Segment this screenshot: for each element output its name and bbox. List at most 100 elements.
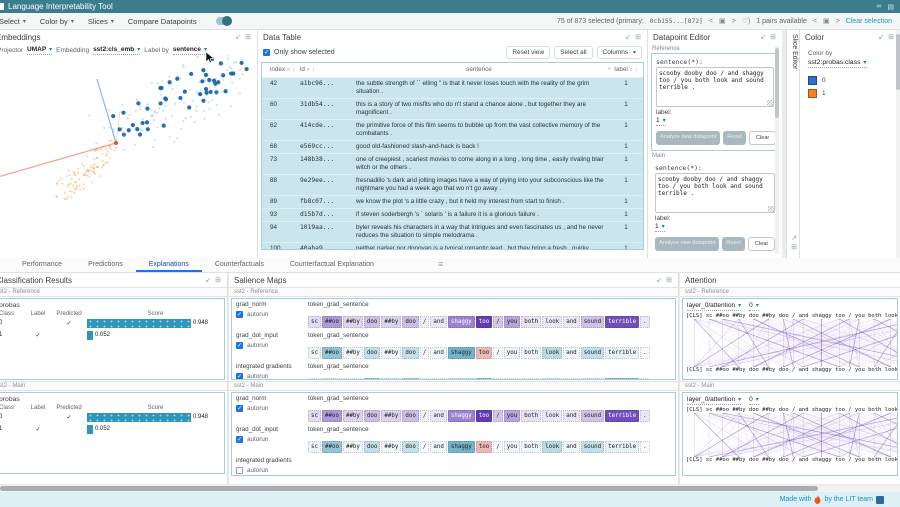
datapoint-dot[interactable]	[122, 130, 124, 132]
salience-token[interactable]: doo	[364, 347, 380, 359]
datapoint-dot[interactable]	[239, 69, 241, 71]
salience-token[interactable]: terrible	[605, 316, 639, 328]
datapoint-dot[interactable]	[67, 196, 69, 198]
salience-token[interactable]: and	[430, 347, 446, 359]
datapoint-dot[interactable]	[112, 128, 114, 130]
datapoint-dot[interactable]	[135, 110, 137, 112]
datapoint-dot[interactable]	[91, 181, 93, 183]
salience-token[interactable]: .	[640, 378, 650, 380]
salience-token[interactable]: shaggy	[448, 441, 475, 453]
salience-token[interactable]: look	[542, 316, 562, 328]
tab-explanations[interactable]: Explanations	[136, 258, 202, 272]
datapoint-dot[interactable]	[182, 66, 184, 68]
salience-token[interactable]: .	[640, 347, 650, 359]
datapoint-dot[interactable]	[156, 82, 158, 84]
datapoint-dot[interactable]	[214, 86, 216, 88]
datapoint-dot[interactable]	[108, 126, 110, 128]
col-index[interactable]: index⌕↕	[264, 66, 300, 74]
salience-token[interactable]: sc	[308, 347, 321, 359]
salience-token[interactable]: and	[563, 316, 579, 328]
datapoint-dot[interactable]	[146, 127, 150, 131]
link-icon[interactable]: ∞	[876, 3, 881, 10]
datapoint-dot[interactable]	[230, 105, 232, 107]
datapoint-dot[interactable]	[209, 81, 211, 83]
salience-token[interactable]: doo	[402, 347, 418, 359]
salience-token[interactable]: ##by	[343, 347, 363, 359]
autorun-checkbox[interactable]: ✓	[236, 436, 243, 443]
datapoint-dot[interactable]	[222, 72, 224, 74]
datapoint-dot[interactable]	[207, 101, 209, 103]
sort-icon[interactable]: ↕	[635, 67, 638, 73]
datapoint-dot[interactable]	[226, 69, 228, 71]
datapoint-dot[interactable]	[183, 101, 185, 103]
datapoint-dot[interactable]	[60, 177, 62, 179]
pair-focus-icon[interactable]: ▣	[823, 17, 830, 25]
datapoint-dot[interactable]	[145, 120, 149, 124]
salience-token[interactable]: /	[493, 378, 503, 380]
datapoint-dot[interactable]	[134, 144, 136, 146]
datapoint-dot[interactable]	[123, 134, 125, 136]
maximize-icon[interactable]: ⊞	[789, 243, 799, 252]
salience-token[interactable]: doo	[402, 378, 418, 380]
salience-token[interactable]: and	[563, 378, 579, 380]
salience-token[interactable]: too	[476, 441, 492, 453]
datapoint-dot[interactable]	[218, 113, 220, 115]
only-show-selected-checkbox[interactable]: ✓	[263, 49, 270, 56]
datapoint-dot[interactable]	[181, 99, 183, 101]
attention-head-select[interactable]: 0▾	[749, 396, 759, 405]
datapoint-dot[interactable]	[111, 114, 115, 118]
datapoint-dot[interactable]	[93, 163, 95, 165]
datapoint-dot[interactable]	[73, 192, 75, 194]
label-select[interactable]: 1▾	[655, 223, 665, 232]
datapoint-dot[interactable]	[176, 75, 178, 77]
salience-token[interactable]: shaggy	[448, 347, 475, 359]
datapoint-dot[interactable]	[139, 108, 141, 110]
prev-pair-icon[interactable]: <	[813, 18, 817, 25]
datapoint-dot[interactable]	[83, 165, 85, 167]
color-by-select[interactable]: sst2:probas:class▾	[808, 59, 867, 68]
next-pair-icon[interactable]: >	[836, 18, 840, 25]
salience-token[interactable]: look	[542, 441, 562, 453]
salience-token[interactable]: sound	[581, 441, 604, 453]
datapoint-dot[interactable]	[170, 115, 172, 117]
datapoint-dot[interactable]	[206, 94, 208, 96]
salience-token[interactable]: /	[420, 347, 430, 359]
salience-token[interactable]: shaggy	[448, 378, 475, 380]
datapoint-dot[interactable]	[160, 93, 162, 95]
salience-token[interactable]: sc	[308, 410, 321, 422]
datapoint-dot[interactable]	[162, 124, 166, 128]
datapoint-dot[interactable]	[151, 82, 153, 84]
datapoint-dot[interactable]	[96, 157, 98, 159]
datapoint-dot[interactable]	[66, 175, 68, 177]
datapoint-dot[interactable]	[106, 150, 108, 152]
datapoint-dot[interactable]	[109, 145, 111, 147]
table-row[interactable]: 89fb8c07...we know the plot 's a little …	[262, 196, 643, 209]
datapoint-dot[interactable]	[231, 81, 233, 83]
autorun-checkbox[interactable]	[236, 467, 243, 474]
datapoint-dot[interactable]	[105, 148, 107, 150]
table-row[interactable]: 941019aa...byler reveals his characters …	[262, 222, 643, 243]
clear-selection-link[interactable]: Clear selection	[846, 18, 892, 25]
slice-editor-tab[interactable]: Slice Editor ↗ ⊞	[786, 30, 800, 258]
salience-token[interactable]: both	[521, 347, 541, 359]
datapoint-dot[interactable]	[142, 129, 144, 131]
datapoint-dot[interactable]	[79, 185, 81, 187]
datapoint-dot[interactable]	[196, 92, 198, 94]
datapoint-dot[interactable]	[78, 178, 80, 180]
datapoint-dot[interactable]	[191, 99, 193, 101]
datapoint-dot[interactable]	[72, 184, 74, 186]
salience-token[interactable]: too	[476, 378, 492, 380]
datapoint-dot[interactable]	[171, 88, 173, 90]
salience-token[interactable]: too	[476, 347, 492, 359]
datapoint-dot[interactable]	[196, 56, 198, 58]
datapoint-dot[interactable]	[158, 86, 162, 90]
datapoint-dot[interactable]	[168, 76, 170, 78]
salience-token[interactable]: both	[521, 378, 541, 380]
datapoint-dot[interactable]	[113, 130, 115, 132]
salience-token[interactable]: shaggy	[448, 316, 475, 328]
datapoint-dot[interactable]	[61, 183, 63, 185]
scrollbar[interactable]	[775, 46, 779, 254]
salience-token[interactable]: both	[521, 441, 541, 453]
salience-token[interactable]: too	[476, 410, 492, 422]
analyze-new-datapoint-button[interactable]: Analyze new datapoint	[655, 237, 719, 251]
